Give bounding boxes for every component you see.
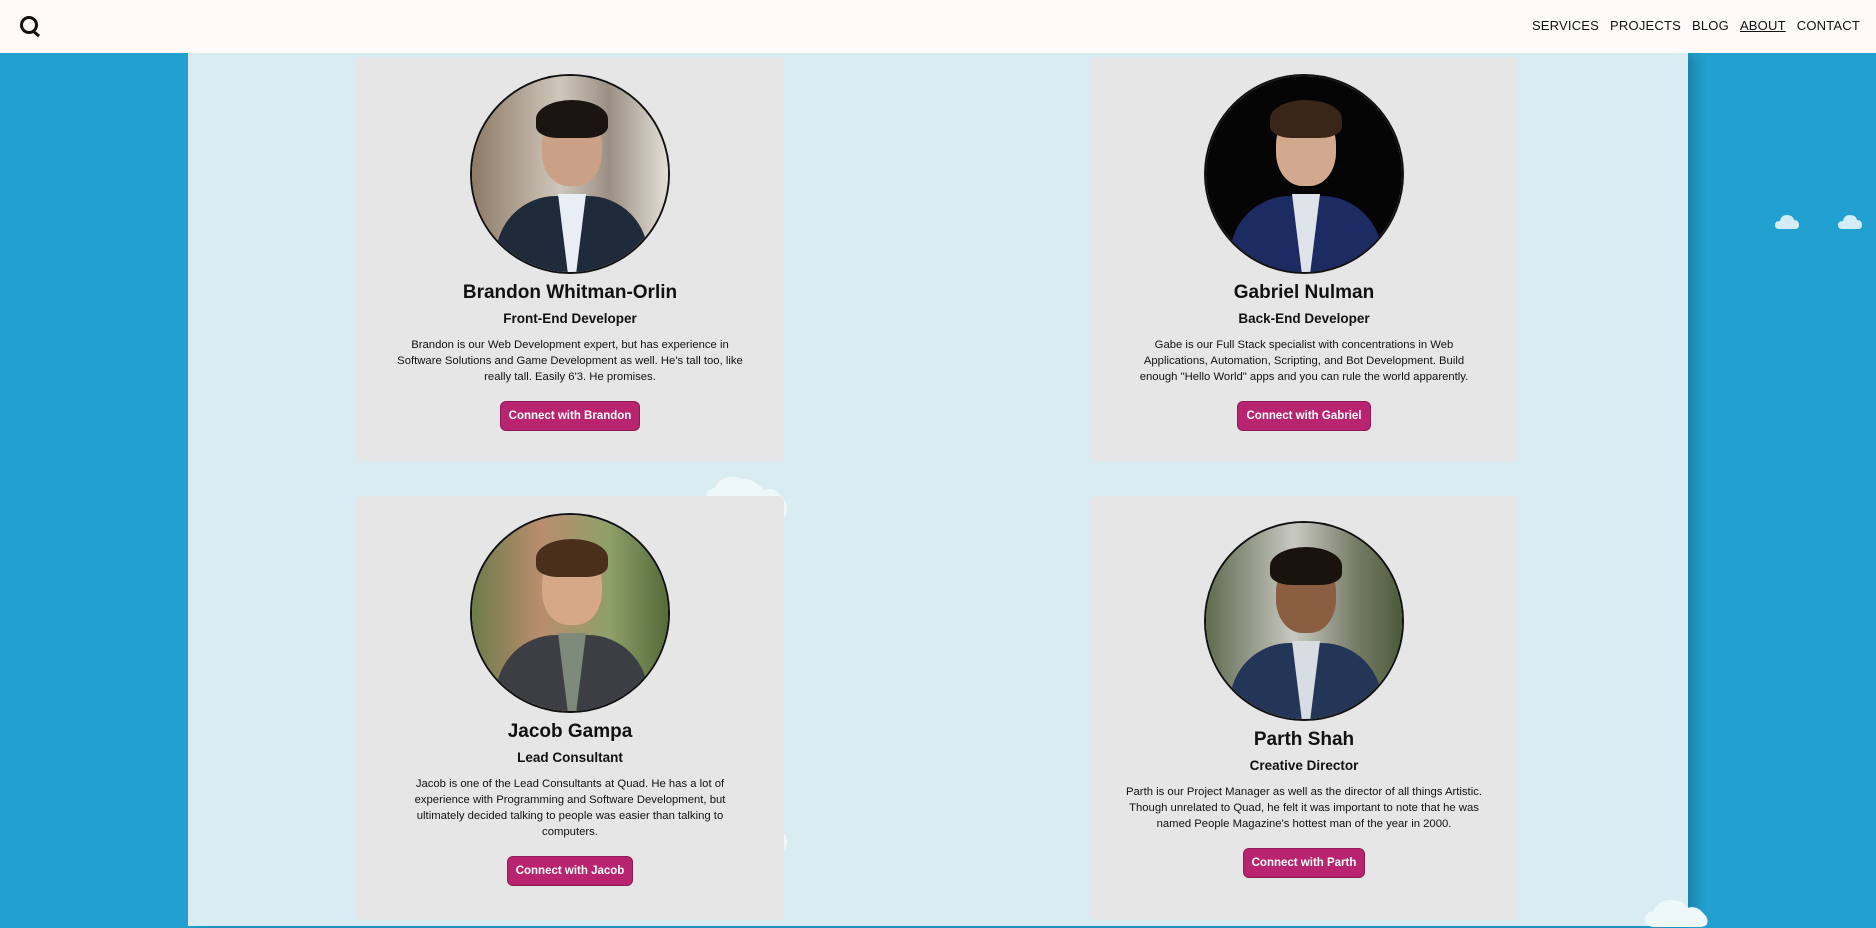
avatar-brandon [470,74,670,274]
nav-link-projects[interactable]: PROJECTS [1610,18,1681,33]
connect-button-brandon[interactable]: Connect with Brandon [499,401,641,431]
member-role: Lead Consultant [517,750,623,765]
cloud-decoration [1775,214,1799,230]
member-bio: Parth is our Project Manager as well as … [1125,786,1482,830]
team-card-parth: Parth Shah Creative Director Parth is ou… [1090,496,1518,920]
nav-link-contact[interactable]: CONTACT [1797,18,1860,33]
team-card-brandon: Brandon Whitman-Orlin Front-End Develope… [356,57,784,461]
member-bio: Brandon is our Web Development expert, b… [397,339,743,383]
connect-button-parth[interactable]: Connect with Parth [1242,848,1366,878]
avatar-parth [1204,521,1404,721]
member-role: Creative Director [1249,758,1359,773]
nav-link-about[interactable]: ABOUT [1740,18,1786,33]
main-nav: SERVICES PROJECTS BLOG ABOUT CONTACT [1532,18,1860,33]
team-section: Brandon Whitman-Orlin Front-End Develope… [188,53,1688,926]
avatar-gabriel [1204,74,1404,274]
member-role: Front-End Developer [503,311,637,326]
connect-button-jacob[interactable]: Connect with Jacob [506,856,634,886]
member-role: Back-End Developer [1238,311,1370,326]
member-bio: Gabe is our Full Stack specialist with c… [1139,339,1469,383]
team-card-jacob: Jacob Gampa Lead Consultant Jacob is one… [356,496,784,920]
member-name: Gabriel Nulman [1233,282,1375,303]
cloud-decoration [1645,898,1709,928]
member-bio: Jacob is one of the Lead Consultants at … [414,778,726,838]
member-name: Jacob Gampa [507,721,633,742]
quad-logo-icon[interactable] [20,16,38,34]
member-name: Parth Shah [1253,729,1355,750]
cloud-decoration [1838,214,1862,230]
connect-button-gabriel[interactable]: Connect with Gabriel [1237,401,1371,431]
team-card-gabriel: Gabriel Nulman Back-End Developer Gabe i… [1090,57,1518,461]
nav-link-services[interactable]: SERVICES [1532,18,1599,33]
nav-link-blog[interactable]: BLOG [1692,18,1729,33]
avatar-jacob [470,513,670,713]
member-name: Brandon Whitman-Orlin [462,282,678,303]
top-navbar: SERVICES PROJECTS BLOG ABOUT CONTACT [0,0,1876,53]
